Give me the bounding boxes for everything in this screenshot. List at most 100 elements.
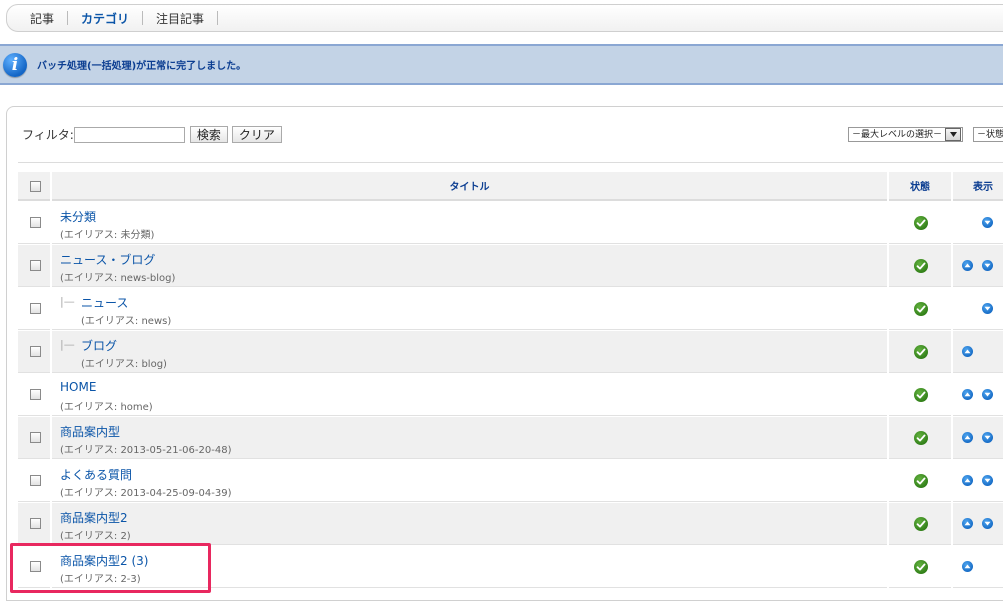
row-state-cell (889, 245, 951, 287)
row-order-cell (953, 331, 1003, 373)
move-up-icon[interactable] (962, 475, 973, 486)
table-header: タイトル 状態 表示 (18, 172, 1003, 201)
table-row: 未分類 (エイリアス: 未分類) (18, 202, 1003, 245)
row-title-cell: 商品案内型2 (エイリアス: 2) (52, 503, 887, 545)
move-up-icon[interactable] (962, 346, 973, 357)
table-row: HOME (エイリアス: home) (18, 374, 1003, 417)
tree-branch-icon: |— (60, 295, 75, 308)
move-down-icon[interactable] (982, 389, 993, 400)
category-alias: (エイリアス: home) (60, 402, 153, 413)
max-level-select-value: －最大レベルの選択－ (852, 129, 943, 140)
category-alias: (エイリアス: 2) (60, 531, 131, 542)
category-title-link[interactable]: ブログ (81, 337, 117, 354)
info-icon: i (3, 52, 27, 77)
move-down-icon[interactable] (982, 518, 993, 529)
system-message: i バッチ処理(一括処理)が正常に完了しました。 (0, 44, 1003, 85)
category-alias: (エイリアス: 2013-04-25-09-04-39) (60, 488, 232, 499)
row-title-cell: |— ブログ (エイリアス: blog) (52, 331, 887, 373)
move-down-icon[interactable] (982, 260, 993, 271)
row-order-cell (953, 245, 1003, 287)
category-title-link[interactable]: ニュース (81, 294, 128, 311)
move-down-icon[interactable] (982, 475, 993, 486)
row-title-cell: ニュース・ブログ (エイリアス: news-blog) (52, 245, 887, 287)
row-order-cell (953, 417, 1003, 459)
move-up-icon[interactable] (962, 561, 973, 572)
table-row: 商品案内型 (エイリアス: 2013-05-21-06-20-48) (18, 417, 1003, 460)
row-checkbox[interactable] (30, 432, 41, 443)
row-checkbox[interactable] (30, 389, 41, 400)
move-up-icon[interactable] (962, 518, 973, 529)
published-check-icon[interactable] (914, 345, 928, 359)
row-checkbox-cell (18, 417, 50, 459)
category-title-link[interactable]: 商品案内型2 (3) (60, 552, 148, 569)
row-order-cell (953, 503, 1003, 545)
row-checkbox[interactable] (30, 561, 41, 572)
category-title-link[interactable]: 商品案内型2 (60, 509, 128, 526)
category-alias: (エイリアス: 2-3) (60, 574, 141, 585)
tree-branch-icon: |— (60, 338, 75, 351)
category-alias: (エイリアス: news-blog) (60, 273, 176, 284)
move-up-icon[interactable] (962, 260, 973, 271)
published-check-icon[interactable] (914, 259, 928, 273)
row-order-cell (953, 460, 1003, 502)
row-checkbox[interactable] (30, 303, 41, 314)
category-title-link[interactable]: 未分類 (60, 208, 96, 225)
published-check-icon[interactable] (914, 388, 928, 402)
published-check-icon[interactable] (914, 216, 928, 230)
row-state-cell (889, 331, 951, 373)
table-row: ニュース・ブログ (エイリアス: news-blog) (18, 245, 1003, 288)
published-check-icon[interactable] (914, 517, 928, 531)
row-checkbox-cell (18, 202, 50, 244)
filter-label: フィルタ: (22, 128, 74, 142)
row-title-cell: |— ニュース (エイリアス: news) (52, 288, 887, 330)
category-title-link[interactable]: 商品案内型 (60, 423, 120, 440)
row-order-cell (953, 374, 1003, 416)
move-down-icon[interactable] (982, 217, 993, 228)
move-down-icon[interactable] (982, 303, 993, 314)
move-up-icon[interactable] (962, 389, 973, 400)
category-title-link[interactable]: よくある質問 (60, 466, 132, 483)
tab-featured[interactable]: 注目記事 (143, 11, 219, 26)
header-state[interactable]: 状態 (889, 172, 951, 201)
row-order-cell (953, 546, 1003, 588)
row-state-cell (889, 288, 951, 330)
category-title-link[interactable]: ニュース・ブログ (60, 251, 155, 268)
row-title-cell: HOME (エイリアス: home) (52, 374, 887, 416)
table-row: 商品案内型2 (3) (エイリアス: 2-3) (18, 546, 1003, 589)
published-check-icon[interactable] (914, 474, 928, 488)
row-title-cell: よくある質問 (エイリアス: 2013-04-25-09-04-39) (52, 460, 887, 502)
header-title[interactable]: タイトル (52, 172, 887, 201)
row-state-cell (889, 202, 951, 244)
category-alias: (エイリアス: 2013-05-21-06-20-48) (60, 445, 232, 456)
category-alias: (エイリアス: news) (81, 316, 172, 327)
search-button[interactable]: 検索 (189, 126, 228, 143)
state-select[interactable]: －状態 (973, 127, 1003, 142)
published-check-icon[interactable] (914, 302, 928, 316)
row-checkbox[interactable] (30, 346, 41, 357)
row-checkbox-cell (18, 331, 50, 373)
published-check-icon[interactable] (914, 431, 928, 445)
row-state-cell (889, 503, 951, 545)
table-row: |— ニュース (エイリアス: news) (18, 288, 1003, 331)
tab-categories[interactable]: カテゴリ (68, 11, 144, 26)
row-checkbox[interactable] (30, 260, 41, 271)
select-all-checkbox[interactable] (30, 181, 41, 192)
chevron-down-icon (945, 128, 961, 141)
row-title-cell: 商品案内型2 (3) (エイリアス: 2-3) (52, 546, 887, 588)
published-check-icon[interactable] (914, 560, 928, 574)
message-text: バッチ処理(一括処理)が正常に完了しました。 (37, 61, 247, 72)
filter-bar: フィルタ: 検索 クリア (22, 126, 286, 143)
tab-articles[interactable]: 記事 (17, 11, 69, 26)
category-title-link[interactable]: HOME (60, 380, 96, 394)
row-checkbox[interactable] (30, 475, 41, 486)
move-down-icon[interactable] (982, 432, 993, 443)
header-order[interactable]: 表示 (953, 172, 1003, 201)
filter-search-input[interactable] (73, 126, 185, 143)
move-up-icon[interactable] (962, 432, 973, 443)
row-state-cell (889, 460, 951, 502)
row-state-cell (889, 417, 951, 459)
max-level-select[interactable]: －最大レベルの選択－ (848, 127, 963, 142)
row-checkbox[interactable] (30, 217, 41, 228)
clear-button[interactable]: クリア (231, 126, 282, 143)
row-checkbox[interactable] (30, 518, 41, 529)
